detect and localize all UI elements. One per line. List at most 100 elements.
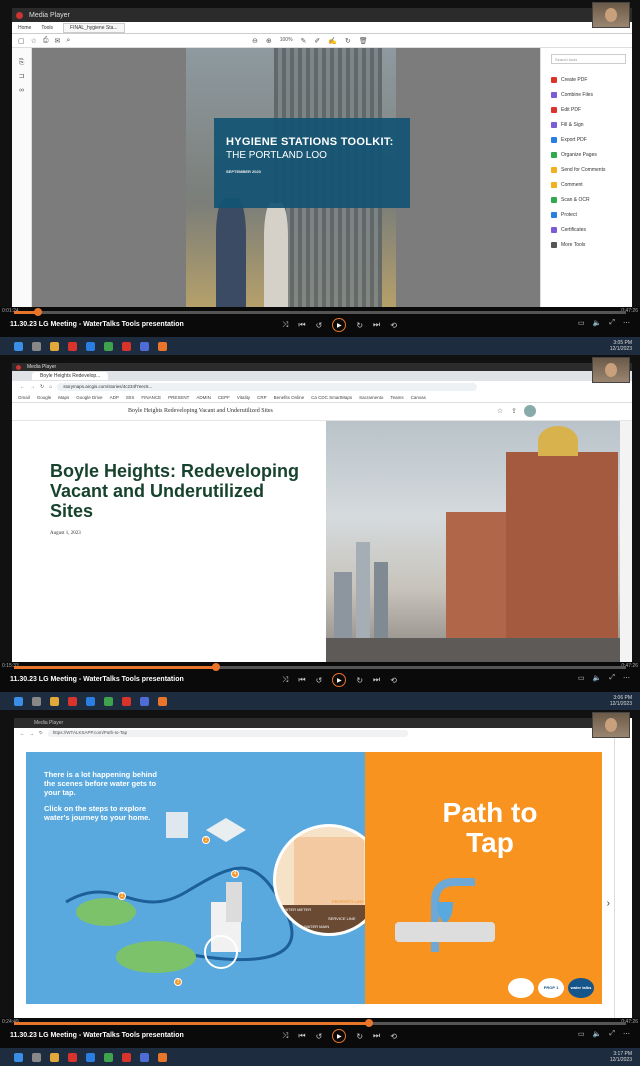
bookmark-star-icon[interactable]: ☆ xyxy=(31,37,37,45)
bookmark-item[interactable]: Sacramento xyxy=(359,395,383,400)
attachments-icon[interactable]: ⎘ xyxy=(12,56,31,70)
file-explorer-icon[interactable] xyxy=(50,341,59,351)
tool-item[interactable]: Send for Comments xyxy=(551,162,626,177)
share-icon[interactable]: ⇪ xyxy=(511,407,517,415)
cast-icon[interactable]: ▭ xyxy=(578,1030,585,1038)
bookmark-item[interactable]: FINANCE xyxy=(141,395,161,400)
fullscreen-icon[interactable]: ⤢ xyxy=(609,319,615,327)
tool-item[interactable]: Export PDF xyxy=(551,132,626,147)
tool-item[interactable]: Combine Files xyxy=(551,87,626,102)
highlight-icon[interactable]: ✐ xyxy=(314,37,320,45)
isometric-water-map[interactable]: There is a lot happening behind the scen… xyxy=(26,752,385,1004)
file-explorer-icon[interactable] xyxy=(50,696,59,706)
volume-icon[interactable]: 🔈 xyxy=(593,1030,602,1038)
seek-handle[interactable] xyxy=(34,308,43,316)
start-icon[interactable] xyxy=(14,1052,23,1062)
tool-item[interactable]: Fill & Sign xyxy=(551,117,626,132)
bookmark-item[interactable]: CEPF xyxy=(218,395,230,400)
search-icon[interactable] xyxy=(32,696,41,706)
tool-item[interactable]: Scan & OCR xyxy=(551,192,626,207)
seek-bar[interactable] xyxy=(14,308,626,316)
excel-icon[interactable] xyxy=(104,341,113,351)
cast-icon[interactable]: ▭ xyxy=(578,674,585,682)
reload-icon[interactable]: ↻ xyxy=(40,384,44,390)
forward-icon[interactable]: → xyxy=(30,731,35,736)
bookmark-item[interactable]: SIIS xyxy=(126,395,135,400)
bookmark-item[interactable]: Teams xyxy=(390,395,403,400)
acrobat-icon[interactable] xyxy=(122,696,131,706)
step-marker[interactable]: 3 xyxy=(174,978,182,986)
volume-icon[interactable]: 🔈 xyxy=(593,674,602,682)
forward-icon[interactable]: ↻ xyxy=(356,321,363,330)
cast-icon[interactable]: ▭ xyxy=(578,319,585,327)
print-icon[interactable]: ⎙ xyxy=(43,37,49,45)
more-icon[interactable]: ⋯ xyxy=(623,674,630,682)
media-player-icon[interactable] xyxy=(158,1052,167,1062)
teams-icon[interactable] xyxy=(140,341,149,351)
rewind-icon[interactable]: ↺ xyxy=(316,1032,323,1041)
repeat-icon[interactable]: ⟲ xyxy=(390,321,397,330)
tool-item[interactable]: Comment xyxy=(551,177,626,192)
media-player-icon[interactable] xyxy=(158,696,167,706)
url-input[interactable]: https://WTALKSAPP.com/Path-to-Tap xyxy=(47,729,408,737)
bookmark-item[interactable]: Google xyxy=(37,395,52,400)
excel-icon[interactable] xyxy=(104,1052,113,1062)
bookmark-item[interactable]: ADMIN xyxy=(196,395,211,400)
bookmark-item[interactable]: CRP xyxy=(257,395,267,400)
pdf-document-view[interactable]: HYGIENE STATIONS TOOLKIT: THE PORTLAND L… xyxy=(32,48,540,307)
next-icon[interactable]: ⏭ xyxy=(373,320,380,330)
next-icon[interactable]: ⏭ xyxy=(373,1031,380,1041)
more-icon[interactable]: ⋯ xyxy=(623,319,630,327)
save-icon[interactable]: ▢ xyxy=(18,37,25,45)
next-slide-icon[interactable]: › xyxy=(607,898,610,909)
avatar[interactable] xyxy=(524,405,536,417)
next-icon[interactable]: ⏭ xyxy=(373,675,380,685)
bookmark-item[interactable]: ADP xyxy=(110,395,119,400)
bookmarks-icon[interactable]: ⊐ xyxy=(12,70,31,84)
back-icon[interactable]: ← xyxy=(20,731,25,736)
search-icon[interactable]: ⌕ xyxy=(66,37,70,45)
sign-icon[interactable]: ✍ xyxy=(328,37,337,45)
forward-icon[interactable]: → xyxy=(30,384,35,390)
play-button[interactable]: ▶ xyxy=(332,318,347,332)
play-button[interactable]: ▶ xyxy=(332,673,347,687)
tab-home[interactable]: Home xyxy=(18,25,31,31)
rotate-icon[interactable]: ↻ xyxy=(345,37,351,45)
seek-handle[interactable] xyxy=(211,663,220,671)
previous-icon[interactable]: ⏮ xyxy=(298,675,305,685)
zoom-in-icon[interactable]: ⊕ xyxy=(266,37,272,45)
zoom-out-icon[interactable]: ⊖ xyxy=(252,37,258,45)
repeat-icon[interactable]: ⟲ xyxy=(390,1032,397,1041)
acrobat-icon[interactable] xyxy=(122,341,131,351)
acrobat-icon[interactable] xyxy=(122,1052,131,1062)
bookmark-item[interactable]: Vitality xyxy=(237,395,250,400)
repeat-icon[interactable]: ⟲ xyxy=(390,676,397,685)
edge-icon[interactable] xyxy=(86,341,95,351)
file-explorer-icon[interactable] xyxy=(50,1052,59,1062)
edge-icon[interactable] xyxy=(86,1052,95,1062)
comment-icon[interactable]: ✎ xyxy=(301,37,307,45)
tool-item[interactable]: Certificates xyxy=(551,222,626,237)
tool-item[interactable]: Protect xyxy=(551,207,626,222)
forward-icon[interactable]: ↻ xyxy=(356,1032,363,1041)
bookmark-item[interactable]: Google Drive xyxy=(76,395,102,400)
shuffle-icon[interactable]: ⤨ xyxy=(282,675,288,685)
back-icon[interactable]: ← xyxy=(20,384,25,390)
link-icon[interactable]: ∞ xyxy=(12,84,31,98)
tools-search-input[interactable]: Search tools xyxy=(551,54,626,64)
app-icon[interactable] xyxy=(68,1052,77,1062)
delete-icon[interactable]: 🗑 xyxy=(359,37,368,45)
bookmark-item[interactable]: PRESENT xyxy=(168,395,189,400)
search-icon[interactable] xyxy=(32,341,41,351)
bookmark-item[interactable]: Maps xyxy=(58,395,69,400)
seek-handle[interactable] xyxy=(364,1019,373,1027)
shuffle-icon[interactable]: ⤨ xyxy=(282,320,288,330)
tab-document[interactable]: FINAL_hygiene Sta... xyxy=(63,22,125,33)
excel-icon[interactable] xyxy=(104,696,113,706)
more-icon[interactable]: ⋯ xyxy=(623,1030,630,1038)
step-marker[interactable]: 4 xyxy=(231,870,239,878)
step-marker[interactable]: 1 xyxy=(202,836,210,844)
search-icon[interactable] xyxy=(32,1052,41,1062)
start-icon[interactable] xyxy=(14,696,23,706)
play-button[interactable]: ▶ xyxy=(332,1029,347,1043)
